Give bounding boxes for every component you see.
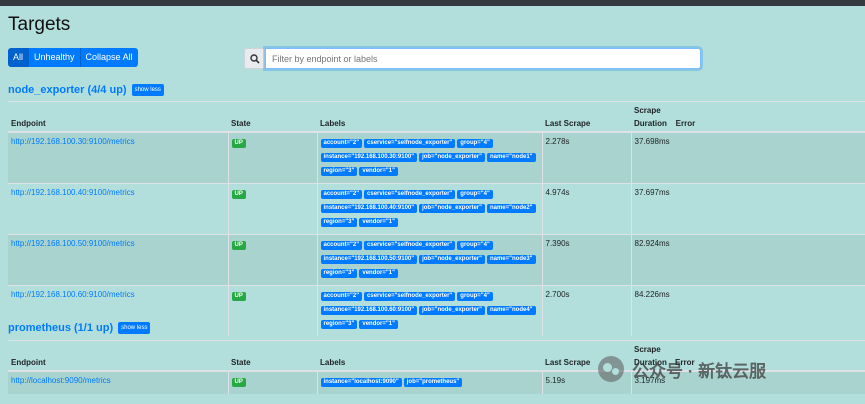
endpoint-link[interactable]: http://192.168.100.40:9100/metrics xyxy=(11,188,135,197)
endpoint-link[interactable]: http://192.168.100.60:9100/metrics xyxy=(11,290,135,299)
column-scrape-duration-line2: Duration xyxy=(634,119,667,128)
last-scrape: 4.974s xyxy=(542,183,632,235)
search-bar xyxy=(244,48,701,69)
top-navbar xyxy=(0,0,865,6)
search-input[interactable] xyxy=(265,48,701,69)
target-filter-group: All Unhealthy Collapse All xyxy=(8,48,138,67)
label-badge: vendor="1" xyxy=(359,320,398,329)
label-badge: group="4" xyxy=(457,190,493,199)
label-badge: account="2" xyxy=(320,190,363,199)
label-badge: cservice="selfnode_exporter" xyxy=(364,139,456,148)
scrape-duration: 84.226ms xyxy=(631,285,673,336)
label-badge: name="node2" xyxy=(486,204,536,213)
label-badge: account="2" xyxy=(320,241,363,250)
column-state: State xyxy=(228,101,317,133)
label-badge: job="node_exporter" xyxy=(419,255,485,264)
label-badge: name="node1" xyxy=(486,153,536,162)
page-title: Targets xyxy=(8,14,71,35)
scrape-error xyxy=(672,234,865,286)
targets-table-node-exporter: Endpoint State Labels Last Scrape Scrape… xyxy=(8,101,865,336)
column-state: State xyxy=(228,340,317,372)
label-badge: job="node_exporter" xyxy=(419,306,485,315)
label-badge: region="3" xyxy=(320,269,358,278)
endpoint-link[interactable]: http://192.168.100.30:9100/metrics xyxy=(11,137,135,146)
column-labels: Labels xyxy=(317,340,542,372)
job-header-node-exporter: node_exporter (4/4 up) show less xyxy=(8,84,164,96)
label-badge: name="node3" xyxy=(486,255,536,264)
column-last-scrape: Last Scrape xyxy=(542,101,631,133)
label-badge: cservice="selfnode_exporter" xyxy=(364,190,456,199)
column-endpoint: Endpoint xyxy=(8,101,228,133)
label-badge: instance="192.168.100.50:9100" xyxy=(320,255,418,264)
job-title-link[interactable]: prometheus (1/1 up) xyxy=(8,322,113,334)
column-scrape-duration-line1: Scrape xyxy=(634,345,661,354)
label-badge: account="2" xyxy=(320,139,363,148)
label-badge: cservice="selfnode_exporter" xyxy=(364,241,456,250)
table-header-row: Endpoint State Labels Last Scrape Scrape… xyxy=(8,101,865,133)
label-badge: cservice="selfnode_exporter" xyxy=(364,292,456,301)
wechat-icon xyxy=(598,356,624,382)
watermark: 公众号 · 新钛云服 xyxy=(598,356,766,382)
job-header-prometheus: prometheus (1/1 up) show less xyxy=(8,322,151,334)
job-title-link[interactable]: node_exporter (4/4 up) xyxy=(8,84,127,96)
endpoint-link[interactable]: http://localhost:9090/metrics xyxy=(11,376,111,385)
show-less-button[interactable]: show less xyxy=(131,84,164,96)
label-badge: instance="localhost:9090" xyxy=(320,378,402,387)
column-scrape-duration: Scrape Duration xyxy=(631,101,673,133)
last-scrape: 2.278s xyxy=(542,131,632,184)
label-badge: region="3" xyxy=(320,167,358,176)
state-badge: UP xyxy=(231,241,246,250)
state-badge: UP xyxy=(231,378,246,387)
label-badge: account="2" xyxy=(320,292,363,301)
last-scrape: 2.700s xyxy=(542,285,632,336)
endpoint-link[interactable]: http://192.168.100.50:9100/metrics xyxy=(11,239,135,248)
label-badge: instance="192.168.100.40:9100" xyxy=(320,204,418,213)
column-endpoint: Endpoint xyxy=(8,340,228,372)
column-scrape-duration-line1: Scrape xyxy=(634,106,661,115)
scrape-duration: 37.697ms xyxy=(631,183,673,235)
label-badge: group="4" xyxy=(457,139,493,148)
label-badge: region="3" xyxy=(320,218,358,227)
scrape-error xyxy=(672,285,865,336)
label-badge: vendor="1" xyxy=(359,167,398,176)
label-badge: vendor="1" xyxy=(359,269,398,278)
scrape-duration: 37.698ms xyxy=(631,131,673,184)
last-scrape: 7.390s xyxy=(542,234,632,286)
column-labels: Labels xyxy=(317,101,542,133)
label-badge: job="prometheus" xyxy=(403,378,463,387)
scrape-duration: 82.924ms xyxy=(631,234,673,286)
search-icon[interactable] xyxy=(244,48,265,69)
column-error: Error xyxy=(672,101,865,133)
filter-all-button[interactable]: All xyxy=(8,48,30,67)
collapse-all-button[interactable]: Collapse All xyxy=(80,48,138,67)
state-badge: UP xyxy=(231,190,246,199)
label-badge: job="node_exporter" xyxy=(419,153,485,162)
state-badge: UP xyxy=(231,292,246,301)
state-badge: UP xyxy=(231,139,246,148)
table-row: http://192.168.100.40:9100/metrics UP ac… xyxy=(8,183,865,235)
label-badge: name="node4" xyxy=(486,306,536,315)
label-badge: vendor="1" xyxy=(359,218,398,227)
watermark-text: 公众号 · 新钛云服 xyxy=(632,361,767,381)
show-less-button[interactable]: show less xyxy=(118,322,151,334)
table-row: http://192.168.100.30:9100/metrics UP ac… xyxy=(8,131,865,184)
table-row: http://192.168.100.50:9100/metrics UP ac… xyxy=(8,234,865,286)
label-badge: region="3" xyxy=(320,320,358,329)
label-badge: instance="192.168.100.30:9100" xyxy=(320,153,418,162)
scrape-error xyxy=(672,183,865,235)
label-badge: instance="192.168.100.60:9100" xyxy=(320,306,418,315)
filter-unhealthy-button[interactable]: Unhealthy xyxy=(29,48,81,67)
label-badge: group="4" xyxy=(457,292,493,301)
label-badge: job="node_exporter" xyxy=(419,204,485,213)
label-badge: group="4" xyxy=(457,241,493,250)
scrape-error xyxy=(672,131,865,184)
